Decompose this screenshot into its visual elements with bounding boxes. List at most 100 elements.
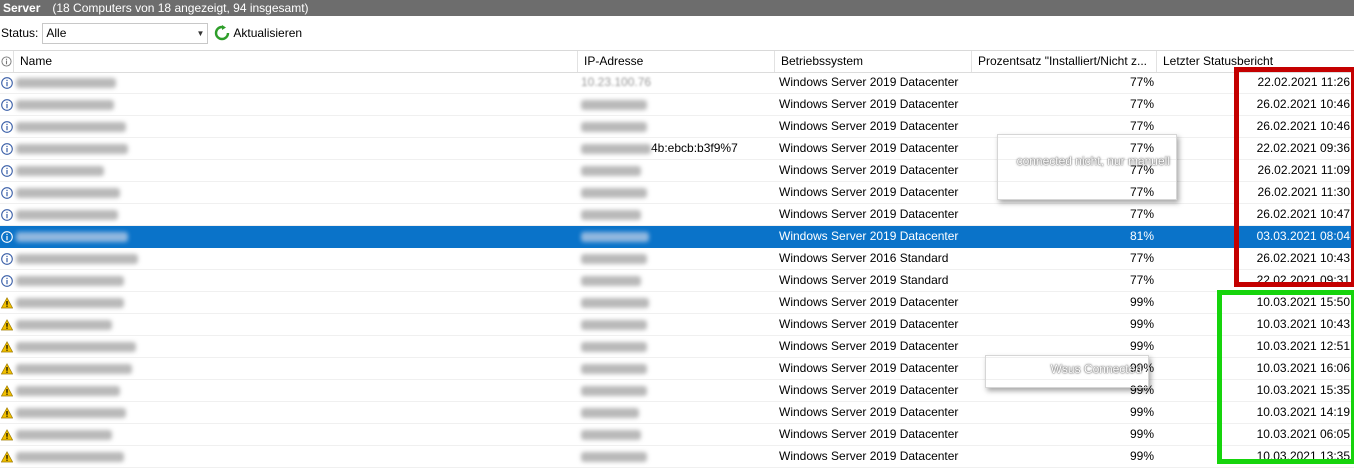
server-table: 10.23.100.76 Windows Server 2019 Datacent…: [0, 72, 1354, 468]
server-name-redacted: [16, 380, 120, 401]
table-row[interactable]: Windows Server 2019 Standard 77% 22.02.202…: [0, 270, 1354, 292]
info-icon: [1, 121, 13, 133]
warning-icon: [0, 363, 14, 375]
column-header-ip[interactable]: IP-Adresse: [578, 51, 775, 72]
chevron-down-icon: ▼: [196, 28, 205, 38]
table-row[interactable]: Windows Server 2019 Datacenter 77% 26.02.2…: [0, 204, 1354, 226]
operating-system: Windows Server 2019 Datacenter: [779, 427, 959, 441]
table-row[interactable]: Windows Server 2019 Datacenter 77% 26.02.2…: [0, 94, 1354, 116]
server-name-redacted: [16, 336, 136, 357]
operating-system: Windows Server 2019 Datacenter: [779, 119, 959, 133]
install-percentage: 99%: [1129, 449, 1154, 463]
table-row[interactable]: Windows Server 2019 Datacenter 99% 10.03.2…: [0, 292, 1354, 314]
info-icon: [1, 165, 13, 177]
server-name-redacted: [16, 138, 128, 159]
operating-system: Windows Server 2019 Datacenter: [779, 339, 959, 353]
status-dropdown-value: Alle: [46, 26, 67, 40]
table-row[interactable]: Windows Server 2019 Datacenter 99% 10.03.2…: [0, 336, 1354, 358]
install-percentage: 77%: [1129, 207, 1154, 221]
column-header-name[interactable]: Name: [14, 51, 578, 72]
refresh-icon: [215, 25, 230, 41]
table-row[interactable]: Windows Server 2019 Datacenter 99% 10.03.2…: [0, 358, 1354, 380]
column-header-status[interactable]: [0, 51, 14, 72]
ip-address: [581, 116, 647, 137]
ip-address: 4b:ebcb:b3f9%7: [581, 138, 738, 159]
ip-address: 10.23.100.76: [581, 75, 652, 89]
server-name-redacted: [16, 116, 126, 137]
table-row[interactable]: Windows Server 2016 Standard 77% 26.02.202…: [0, 248, 1354, 270]
operating-system: Windows Server 2019 Datacenter: [779, 141, 959, 155]
operating-system: Windows Server 2019 Datacenter: [779, 163, 959, 177]
table-row[interactable]: 10.23.100.76 Windows Server 2019 Datacent…: [0, 72, 1354, 94]
info-icon: [1, 209, 13, 221]
ip-address: [581, 160, 641, 181]
server-name-redacted: [16, 292, 124, 313]
ip-address: [581, 446, 647, 467]
operating-system: Windows Server 2019 Datacenter: [779, 449, 959, 463]
operating-system: Windows Server 2019 Datacenter: [779, 405, 959, 419]
warning-icon: [0, 451, 14, 463]
operating-system: Windows Server 2019 Datacenter: [779, 317, 959, 331]
window-subtitle: (18 Computers von 18 angezeigt, 94 insge…: [52, 1, 309, 15]
server-name-redacted: [16, 424, 112, 445]
operating-system: Windows Server 2019 Datacenter: [779, 361, 959, 375]
ip-address: [581, 204, 641, 225]
table-row[interactable]: Windows Server 2019 Datacenter 81% 03.03.2…: [0, 226, 1354, 248]
warning-icon: [0, 319, 14, 331]
info-icon: [1, 231, 13, 243]
warning-icon: [0, 407, 14, 419]
operating-system: Windows Server 2019 Datacenter: [779, 295, 959, 309]
ip-address: [581, 358, 647, 379]
ip-address: [581, 424, 641, 445]
server-name-redacted: [16, 358, 132, 379]
operating-system: Windows Server 2019 Standard: [779, 273, 949, 287]
server-name-redacted: [16, 94, 114, 115]
install-percentage: 81%: [1129, 229, 1154, 243]
info-icon: [1, 143, 13, 155]
table-row[interactable]: Windows Server 2019 Datacenter 99% 10.03.2…: [0, 424, 1354, 446]
install-percentage: 99%: [1129, 295, 1154, 309]
info-icon: [1, 187, 13, 199]
ip-address: [581, 292, 649, 313]
install-percentage: 77%: [1129, 75, 1154, 89]
install-percentage: 99%: [1129, 317, 1154, 331]
status-dropdown[interactable]: Alle ▼: [42, 22, 209, 44]
install-percentage: 77%: [1129, 97, 1154, 111]
ip-address: [581, 248, 647, 269]
ip-address: [581, 380, 647, 401]
server-name-redacted: [16, 248, 138, 269]
column-header-percent[interactable]: Prozentsatz "Installiert/Nicht z...: [972, 51, 1157, 72]
info-icon: [1, 253, 13, 265]
table-row[interactable]: Windows Server 2019 Datacenter 99% 10.03.2…: [0, 402, 1354, 424]
operating-system: Windows Server 2019 Datacenter: [779, 185, 959, 199]
column-header-os[interactable]: Betriebssystem: [775, 51, 972, 72]
refresh-label: Aktualisieren: [233, 26, 303, 40]
operating-system: Windows Server 2019 Datacenter: [779, 229, 959, 243]
info-icon: [1, 275, 13, 287]
install-percentage: 77%: [1129, 251, 1154, 265]
table-row[interactable]: Windows Server 2019 Datacenter 99% 10.03.2…: [0, 446, 1354, 468]
warning-icon: [0, 429, 14, 441]
red-highlight-frame: [1234, 67, 1354, 287]
server-name-redacted: [16, 314, 112, 335]
refresh-button[interactable]: Aktualisieren: [214, 25, 302, 41]
table-header: Name IP-Adresse Betriebssystem Prozentsa…: [0, 51, 1354, 73]
annotation-red-note: connected nicht, nur manuell: [997, 134, 1177, 200]
warning-icon: [0, 297, 14, 309]
warning-icon: [0, 341, 14, 353]
server-name-redacted: [16, 204, 118, 225]
server-name-redacted: [16, 270, 124, 291]
annotation-green-note: Wsus Connected: [985, 355, 1149, 388]
install-percentage: 77%: [1129, 273, 1154, 287]
table-row[interactable]: Windows Server 2019 Datacenter 99% 10.03.2…: [0, 314, 1354, 336]
toolbar: Status: Alle ▼ Aktualisieren: [0, 16, 1354, 51]
ip-address: [581, 314, 647, 335]
server-name-redacted: [16, 226, 128, 247]
install-percentage: 99%: [1129, 427, 1154, 441]
ip-address: [581, 402, 639, 423]
ip-address: [581, 336, 647, 357]
table-row[interactable]: Windows Server 2019 Datacenter 99% 10.03.2…: [0, 380, 1354, 402]
operating-system: Windows Server 2019 Datacenter: [779, 383, 959, 397]
ip-address: [581, 94, 647, 115]
ip-address: [581, 270, 641, 291]
